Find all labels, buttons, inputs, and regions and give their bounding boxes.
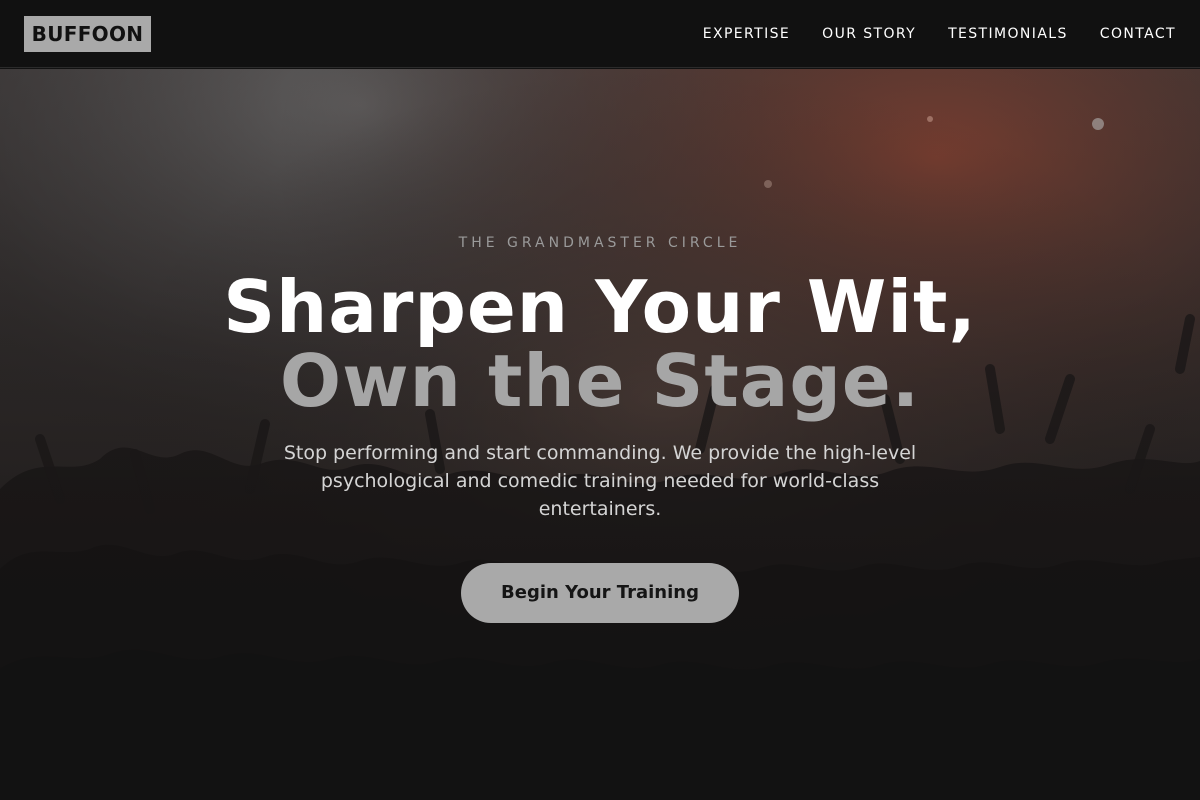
nav-link-our-story[interactable]: OUR STORY <box>822 26 916 42</box>
nav-link-contact[interactable]: CONTACT <box>1100 26 1176 42</box>
hero-title-line-2: Own the Stage. <box>279 339 921 423</box>
nav-link-expertise[interactable]: EXPERTISE <box>703 26 790 42</box>
hero-section: THE GRANDMASTER CIRCLE Sharpen Your Wit,… <box>0 69 1200 800</box>
main-nav: EXPERTISE OUR STORY TESTIMONIALS CONTACT <box>703 0 1176 68</box>
top-navigation-bar: BUFFOON EXPERTISE OUR STORY TESTIMONIALS… <box>0 0 1200 68</box>
nav-link-testimonials[interactable]: TESTIMONIALS <box>948 26 1068 42</box>
hero-dark-overlay <box>0 69 1200 800</box>
hero-eyebrow: THE GRANDMASTER CIRCLE <box>458 235 742 251</box>
hero-subtitle: Stop performing and start commanding. We… <box>283 442 917 520</box>
hero-title-line-1: Sharpen Your Wit, <box>223 265 977 349</box>
brand-logo[interactable]: BUFFOON <box>24 16 151 52</box>
begin-training-button[interactable]: Begin Your Training <box>461 563 739 623</box>
